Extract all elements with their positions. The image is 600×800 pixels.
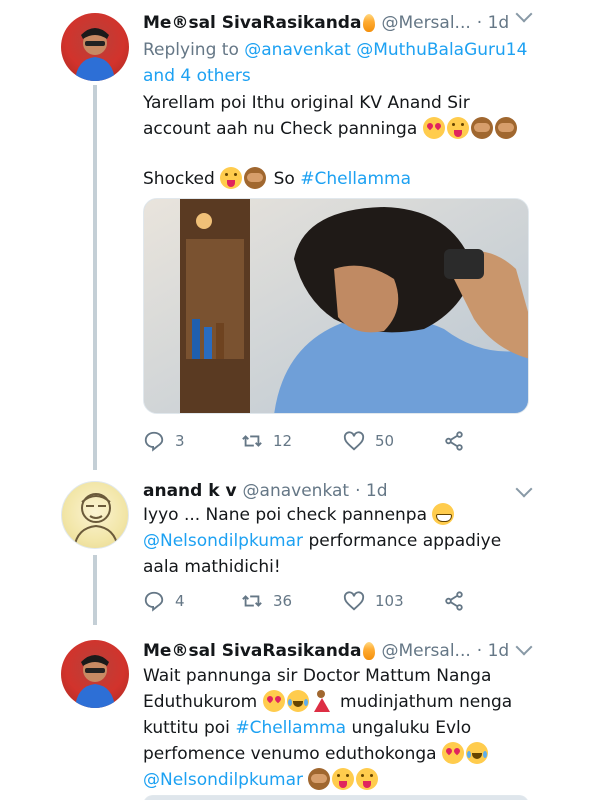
- text-line: Iyyo ... Nane poi check pannenpa: [143, 505, 428, 525]
- display-name[interactable]: Me®sal SivaRasikanda: [143, 13, 361, 33]
- text-line: ungaluku Evlo: [351, 718, 472, 738]
- reply-button[interactable]: 4: [143, 586, 185, 616]
- tweet-text: Iyyo ... Nane poi check pannenpa @Nelson…: [143, 502, 553, 580]
- text-line: mudinjathum nenga: [340, 692, 513, 712]
- tongue-emoji: [332, 768, 355, 790]
- tweet-text: Wait pannunga sir Doctor Mattum Nanga Ed…: [143, 663, 553, 793]
- tweet-actions: 3 12 50: [143, 426, 483, 456]
- mention-link[interactable]: @anavenkat: [244, 40, 351, 60]
- thread-line: [93, 85, 97, 470]
- retweet-icon: [242, 595, 262, 607]
- display-name[interactable]: anand k v: [143, 481, 237, 501]
- tongue-emoji: [446, 117, 469, 139]
- text-so: So: [273, 169, 295, 189]
- retweet-icon: [242, 435, 262, 447]
- heart-icon: [343, 431, 365, 451]
- text-line: perfomence venumo eduthokonga: [143, 744, 437, 764]
- tongue-emoji: [220, 167, 243, 189]
- reply-count: 3: [175, 432, 185, 450]
- others-link[interactable]: and 4 others: [143, 66, 251, 86]
- see-no-evil-monkey-emoji: [308, 768, 331, 790]
- share-icon: [445, 431, 463, 451]
- text-line: Yarellam poi Ithu original KV Anand Sir: [143, 93, 470, 113]
- timestamp[interactable]: · 1d: [477, 13, 509, 33]
- share-icon: [445, 591, 463, 611]
- joy-emoji: [286, 690, 309, 712]
- text-line: performance appadiye: [308, 531, 502, 551]
- text-line: aala mathidichi!: [143, 557, 281, 577]
- retweet-count: 12: [273, 432, 293, 450]
- display-name[interactable]: Me®sal SivaRasikanda: [143, 641, 361, 661]
- text-line: Wait pannunga sir Doctor Mattum Nanga: [143, 666, 492, 686]
- reply-count: 4: [175, 592, 185, 610]
- tongue-emoji: [356, 768, 379, 790]
- text-shocked: Shocked: [143, 169, 215, 189]
- heart-eyes-emoji: [422, 117, 445, 139]
- dancer-emoji: [311, 690, 333, 712]
- retweet-count: 36: [273, 592, 293, 610]
- timestamp[interactable]: · 1d: [477, 641, 509, 661]
- user-handle[interactable]: @anavenkat: [243, 481, 350, 501]
- avatar[interactable]: [61, 640, 129, 708]
- retweet-button[interactable]: 36: [241, 586, 292, 616]
- see-no-evil-monkey-emoji: [470, 117, 493, 139]
- see-no-evil-monkey-emoji: [494, 117, 517, 139]
- reply-icon: [144, 591, 164, 612]
- chevron-down-icon[interactable]: [515, 638, 533, 656]
- tweet-header: Me®sal SivaRasikanda @Mersal... · 1d: [143, 636, 509, 666]
- timestamp[interactable]: · 1d: [355, 481, 387, 501]
- chevron-down-icon[interactable]: [515, 5, 533, 23]
- grinning-emoji: [432, 503, 455, 525]
- user-handle[interactable]: @Mersal...: [381, 13, 470, 33]
- avatar[interactable]: [61, 481, 129, 549]
- heart-eyes-emoji: [262, 690, 285, 712]
- like-button[interactable]: 103: [343, 586, 404, 616]
- mention-link[interactable]: @Nelsondilpkumar: [143, 770, 303, 790]
- heart-eyes-emoji: [441, 742, 464, 764]
- replying-to-label: Replying to: [143, 40, 239, 60]
- reply-icon: [144, 431, 164, 452]
- tweet-text: Yarellam poi Ithu original KV Anand Sir …: [143, 90, 553, 142]
- mention-link[interactable]: @MuthuBalaGuru14: [356, 40, 527, 60]
- like-count: 103: [375, 592, 404, 610]
- tweet-header: Me®sal SivaRasikanda @Mersal... · 1d: [143, 8, 509, 38]
- thread-line: [93, 555, 97, 625]
- text-line: account aah nu Check panninga: [143, 119, 418, 139]
- media-preview-edge[interactable]: [143, 795, 529, 800]
- joy-emoji: [465, 742, 488, 764]
- fire-emoji: [363, 14, 376, 32]
- see-no-evil-monkey-emoji: [244, 167, 267, 189]
- tweet-text-2: Shocked So #Chellamma: [143, 166, 553, 192]
- hashtag-link[interactable]: #Chellamma: [300, 169, 411, 189]
- fire-emoji: [363, 642, 376, 660]
- avatar[interactable]: [61, 13, 129, 81]
- hashtag-link[interactable]: #Chellamma: [235, 718, 346, 738]
- tweet-photo[interactable]: [143, 198, 529, 414]
- replying-to: Replying to @anavenkat @MuthuBalaGuru14 …: [143, 37, 553, 89]
- like-button[interactable]: 50: [343, 426, 394, 456]
- share-button[interactable]: [443, 426, 475, 456]
- text-line: Eduthukurom: [143, 692, 258, 712]
- share-button[interactable]: [443, 586, 475, 616]
- retweet-button[interactable]: 12: [241, 426, 292, 456]
- mention-link[interactable]: @Nelsondilpkumar: [143, 531, 303, 551]
- heart-icon: [343, 591, 365, 611]
- text-line: kuttitu poi: [143, 718, 230, 738]
- chevron-down-icon[interactable]: [515, 480, 533, 498]
- user-handle[interactable]: @Mersal...: [381, 641, 470, 661]
- reply-button[interactable]: 3: [143, 426, 185, 456]
- tweet-actions: 4 36 103: [143, 586, 483, 616]
- like-count: 50: [375, 432, 395, 450]
